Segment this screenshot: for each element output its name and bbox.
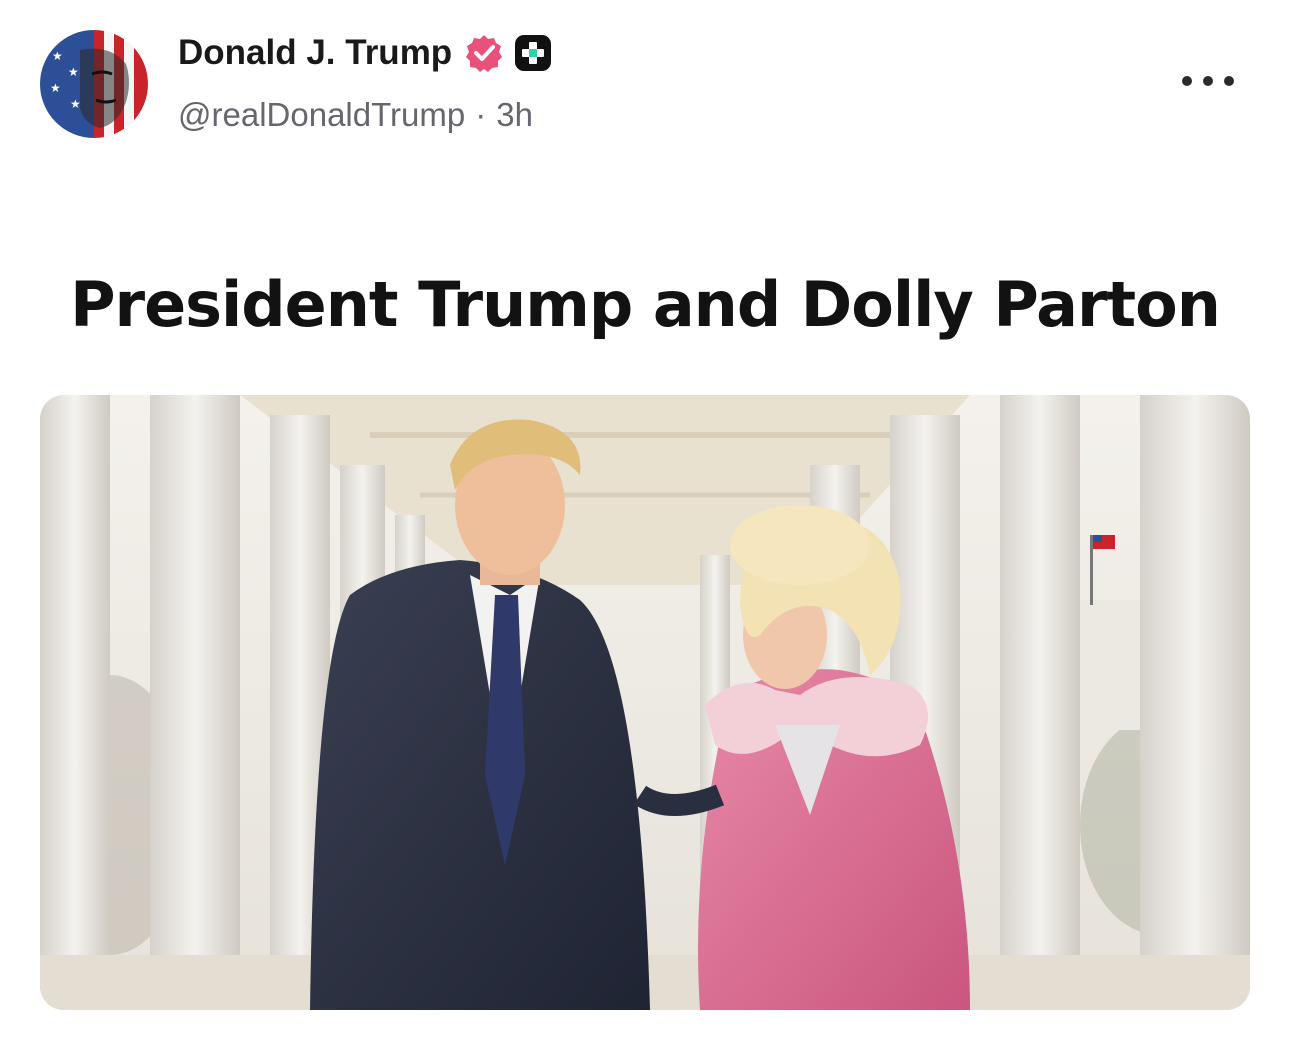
avatar-image: ★ ★ ★ ★ bbox=[40, 30, 148, 138]
more-dot bbox=[1224, 76, 1234, 86]
svg-text:★: ★ bbox=[50, 81, 61, 95]
author-handle[interactable]: @realDonaldTrump bbox=[178, 96, 465, 134]
more-options-icon[interactable] bbox=[1182, 66, 1234, 96]
post-header: ★ ★ ★ ★ Donald J. Trump @realDonaldTrump… bbox=[40, 30, 1250, 140]
post-timestamp[interactable]: 3h bbox=[496, 96, 533, 134]
svg-text:★: ★ bbox=[68, 65, 79, 79]
post-card: ★ ★ ★ ★ Donald J. Trump @realDonaldTrump… bbox=[0, 0, 1290, 1052]
meta-row: @realDonaldTrump · 3h bbox=[178, 96, 552, 134]
name-row: Donald J. Trump bbox=[178, 30, 552, 76]
more-dot bbox=[1182, 76, 1192, 86]
author-name[interactable]: Donald J. Trump bbox=[178, 33, 452, 73]
plus-badge-icon bbox=[514, 34, 552, 72]
post-headline: President Trump and Dolly Parton bbox=[70, 268, 1221, 341]
author-identity: Donald J. Trump @realDonaldTrump · 3h bbox=[178, 30, 552, 134]
more-dot bbox=[1203, 76, 1213, 86]
post-media-image[interactable] bbox=[40, 395, 1250, 1010]
verified-badge-icon bbox=[464, 33, 504, 73]
svg-text:★: ★ bbox=[52, 49, 63, 63]
svg-text:★: ★ bbox=[70, 97, 81, 111]
avatar[interactable]: ★ ★ ★ ★ bbox=[40, 30, 148, 138]
watercolor-portrait-image bbox=[40, 395, 1250, 1010]
meta-separator: · bbox=[475, 96, 487, 133]
